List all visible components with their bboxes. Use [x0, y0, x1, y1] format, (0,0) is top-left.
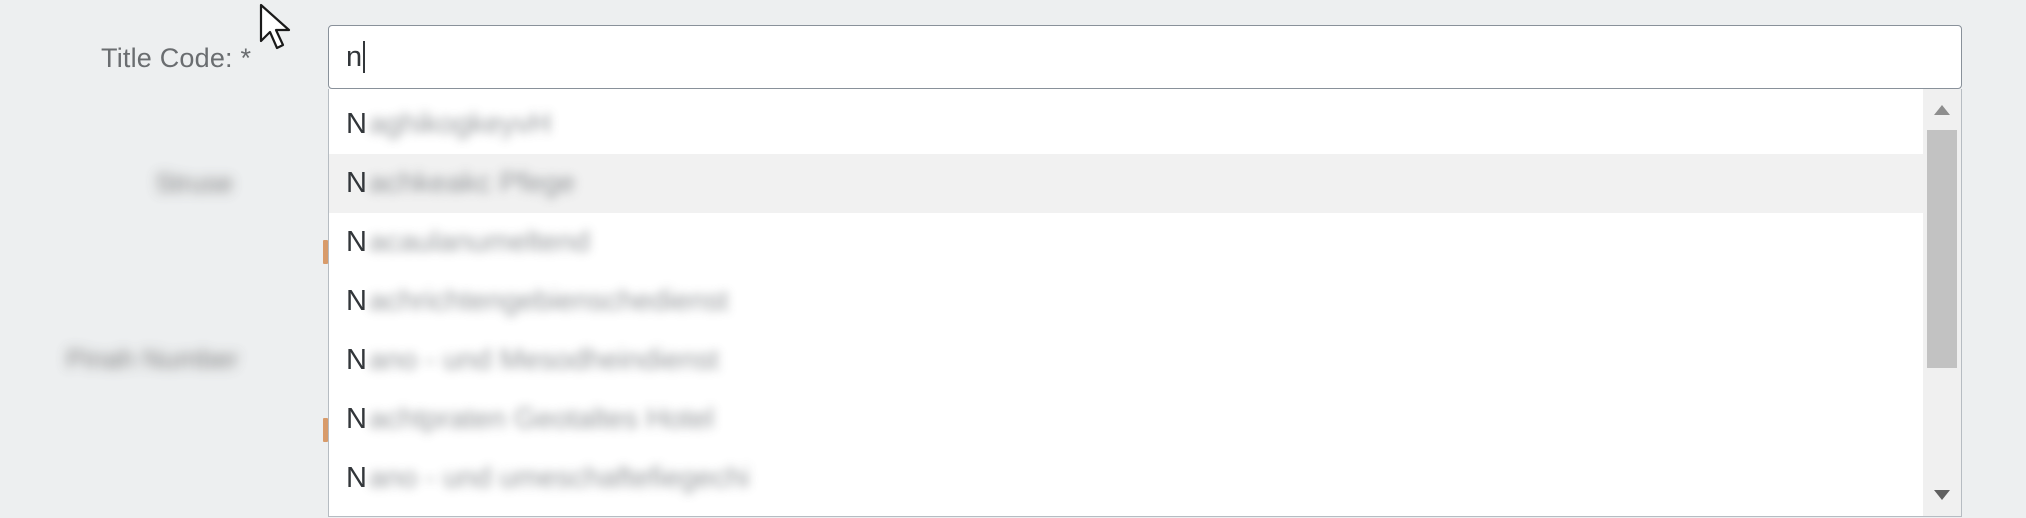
suggestion-item[interactable]: Nano - und umeschaftefiegechi	[329, 449, 1925, 508]
suggestion-initial: N	[346, 108, 367, 140]
blurred-field-label: Pinah Number	[66, 344, 239, 374]
suggestion-initial: N	[346, 167, 367, 199]
suggestion-initial: N	[346, 285, 367, 317]
suggestion-redacted-text: acaulanumeltend	[368, 226, 590, 258]
suggestion-item[interactable]: Nachrichtengebienschedienst	[329, 272, 1925, 331]
scroll-up-arrow-icon[interactable]	[1934, 105, 1950, 115]
suggestion-redacted-text: achkeakc Pfege	[368, 167, 576, 199]
title-code-input-value: n	[346, 40, 363, 73]
title-code-input[interactable]: n	[328, 25, 1962, 89]
suggestion-item[interactable]: NaghikogkeyvH	[329, 95, 1925, 154]
suggestion-item[interactable]: Nachtpraten Geotaltes Hotel	[329, 390, 1925, 449]
suggestion-redacted-text: achrichtengebienschedienst	[368, 285, 729, 317]
blurred-field-label: Struse	[155, 168, 234, 198]
suggestion-initial: N	[346, 403, 367, 435]
suggestion-redacted-text: aghikogkeyvH	[368, 108, 552, 140]
title-code-label: Title Code: *	[101, 43, 252, 73]
suggestion-item[interactable]: Nacaulanumeltend	[329, 213, 1925, 272]
form-screen: Title Code: * Struse Pinah Number n Nagh…	[0, 0, 2026, 518]
text-caret	[363, 41, 366, 73]
title-code-suggestions[interactable]: NaghikogkeyvH Nachkeakc Pfege Nacaulanum…	[328, 89, 1962, 517]
suggestion-initial: N	[346, 226, 367, 258]
suggestion-initial: N	[346, 344, 367, 376]
mouse-pointer-icon	[259, 3, 291, 50]
suggestion-list: NaghikogkeyvH Nachkeakc Pfege Nacaulanum…	[329, 95, 1925, 508]
suggestion-item-hovered[interactable]: Nachkeakc Pfege	[329, 154, 1925, 213]
suggestion-redacted-text: ano - und Mesodheindienst	[368, 344, 719, 376]
suggestion-redacted-text: ano - und umeschaftefiegechi	[368, 462, 750, 494]
scroll-down-arrow-icon[interactable]	[1934, 490, 1950, 500]
dropdown-scrollbar[interactable]	[1923, 89, 1961, 516]
suggestion-redacted-text: achtpraten Geotaltes Hotel	[368, 403, 714, 435]
suggestion-item[interactable]: Nano - und Mesodheindienst	[329, 331, 1925, 390]
suggestion-initial: N	[346, 462, 367, 494]
scrollbar-thumb[interactable]	[1927, 130, 1957, 368]
